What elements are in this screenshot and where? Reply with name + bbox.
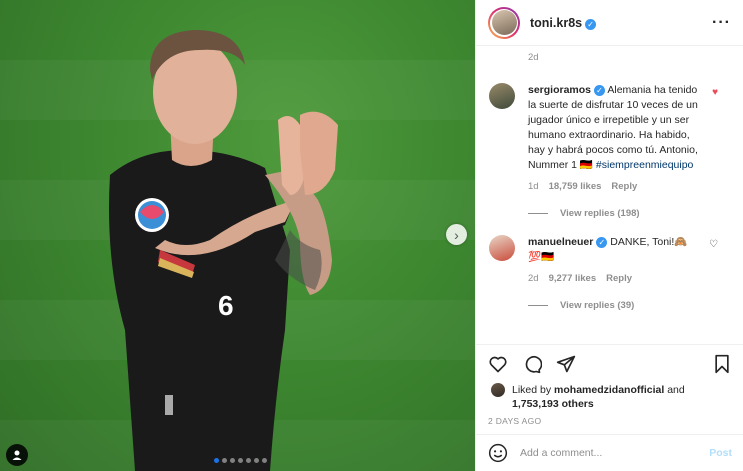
commenter-avatar[interactable] [489,83,515,109]
more-options-icon[interactable]: ··· [712,14,731,32]
view-replies-button[interactable]: View replies (198) [528,208,732,219]
hashtag-link[interactable]: #siempreenmiequipo [596,159,693,171]
share-icon[interactable] [556,354,576,374]
comment-time: 2d [528,273,539,284]
author-username[interactable]: toni.kr8s ✓ [530,16,597,30]
view-replies-button[interactable]: View replies (39) [528,300,732,311]
commenter-avatar[interactable] [489,235,515,261]
comment-text: sergioramos ✓ Alemania ha tenido la suert… [528,83,700,173]
user-icon [12,450,22,460]
player-figure: 6 [109,30,338,471]
next-photo-button[interactable]: › [446,224,467,245]
liker-avatar[interactable] [491,383,505,397]
likes-joiner: and [667,384,685,396]
comment-like-heart-icon[interactable]: ♡ [709,239,718,250]
emoji-icon[interactable] [488,443,508,463]
liker-username[interactable]: mohamedzidanofficial [554,384,664,396]
reply-button[interactable]: Reply [611,181,637,192]
comment-meta: 1d 18,759 likes Reply [528,181,732,192]
heart-icon[interactable] [488,354,508,374]
tagged-user-button[interactable] [6,444,28,466]
post-header: toni.kr8s ✓ ··· [476,0,743,46]
caption-timestamp: 2d [528,52,539,63]
bookmark-icon[interactable] [712,354,732,374]
replies-line [528,305,548,306]
comment-body: Alemania ha tenido la suerte de disfruta… [528,84,698,171]
carousel-dots [214,458,267,463]
verified-badge-icon: ✓ [596,237,608,248]
post-comment-button[interactable]: Post [709,447,732,459]
comment-meta: 2d 9,277 likes Reply [528,273,732,284]
post-actions: Liked by mohamedzidanofficial and 1,753,… [476,344,743,426]
likes-prefix: Liked by [512,384,552,396]
comments-list[interactable]: 2d sergioramos ✓ Alemania ha tenido la su… [476,47,743,344]
carousel-dot [214,458,219,463]
verified-badge-icon: ✓ [585,18,597,30]
action-icons [488,353,732,375]
reply-button[interactable]: Reply [606,273,632,284]
likes-summary: Liked by mohamedzidanofficial and 1,753,… [488,383,732,411]
comment-likes[interactable]: 18,759 likes [549,181,602,192]
comment-item: manuelneuer ✓ DANKE, Toni!🙈💯🇩🇪 ♡ 2d 9,277… [476,235,743,311]
commenter-username[interactable]: sergioramos [528,84,591,96]
comment-time: 1d [528,181,539,192]
carousel-dot [238,458,243,463]
verified-badge-icon: ✓ [594,85,606,96]
carousel-dot [246,458,251,463]
replies-line [528,213,548,214]
post-side-panel: toni.kr8s ✓ ··· 2d sergioramos ✓ Alemania … [475,0,743,471]
carousel-dot [262,458,267,463]
comment-icon[interactable] [522,354,542,374]
chevron-right-icon: › [454,226,459,243]
carousel-dot [230,458,235,463]
svg-text:6: 6 [218,290,234,321]
comment-item: sergioramos ✓ Alemania ha tenido la suert… [476,83,743,219]
post-time[interactable]: 2 DAYS AGO [488,416,732,426]
comment-text: manuelneuer ✓ DANKE, Toni!🙈💯🇩🇪 [528,235,700,265]
commenter-username[interactable]: manuelneuer [528,236,593,248]
add-comment-bar: Post [476,434,743,471]
author-avatar[interactable] [488,6,520,39]
comment-liked-heart-icon[interactable]: ♥ [712,87,718,98]
comment-likes[interactable]: 9,277 likes [549,273,597,284]
comment-input[interactable] [520,447,710,459]
likes-count[interactable]: 1,753,193 others [512,398,594,410]
carousel-dot [254,458,259,463]
post-photo[interactable]: 6 › [0,0,475,471]
carousel-dot [222,458,227,463]
